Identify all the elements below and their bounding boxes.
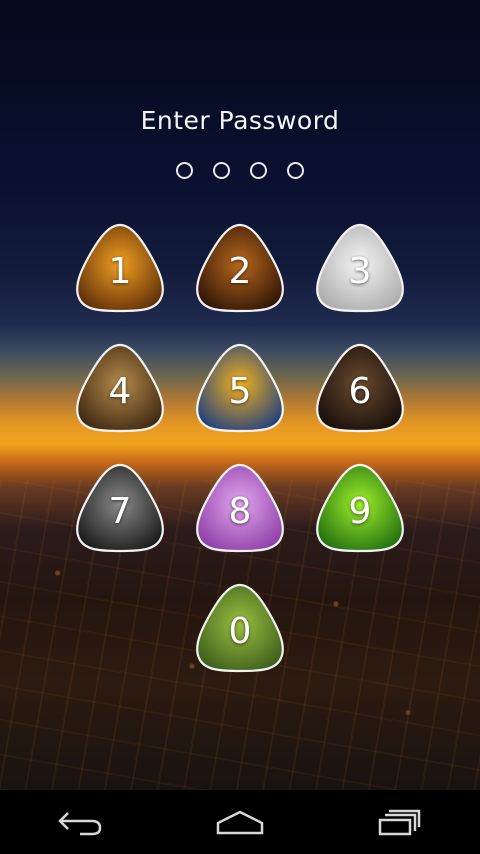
key-label: 3 [348, 250, 372, 292]
key-5[interactable]: 5 [194, 342, 286, 434]
key-4[interactable]: 4 [74, 342, 166, 434]
navigation-bar [0, 790, 480, 854]
key-label: 4 [108, 370, 132, 412]
home-button[interactable] [200, 790, 280, 854]
key-label: 9 [348, 490, 372, 532]
pin-dot-1 [176, 162, 193, 179]
back-button[interactable] [40, 790, 120, 854]
key-label: 0 [228, 610, 252, 652]
key-6[interactable]: 6 [314, 342, 406, 434]
key-0[interactable]: 0 [194, 582, 286, 674]
recent-apps-icon [378, 809, 421, 836]
key-8[interactable]: 8 [194, 462, 286, 554]
pin-indicator [0, 162, 480, 179]
key-label: 8 [228, 490, 252, 532]
key-9[interactable]: 9 [314, 462, 406, 554]
key-1[interactable]: 1 [74, 222, 166, 314]
pin-dot-3 [250, 162, 267, 179]
pin-dot-2 [213, 162, 230, 179]
pin-dot-4 [287, 162, 304, 179]
key-label: 7 [108, 490, 132, 532]
key-7[interactable]: 7 [74, 462, 166, 554]
key-2[interactable]: 2 [194, 222, 286, 314]
back-icon [58, 812, 102, 836]
key-label: 2 [228, 250, 252, 292]
key-3[interactable]: 3 [314, 222, 406, 314]
page-title: Enter Password [140, 106, 340, 135]
home-icon [216, 810, 264, 835]
key-label: 1 [108, 250, 132, 292]
key-label: 6 [348, 370, 372, 412]
recent-apps-button[interactable] [360, 790, 440, 854]
key-label: 5 [228, 370, 252, 412]
